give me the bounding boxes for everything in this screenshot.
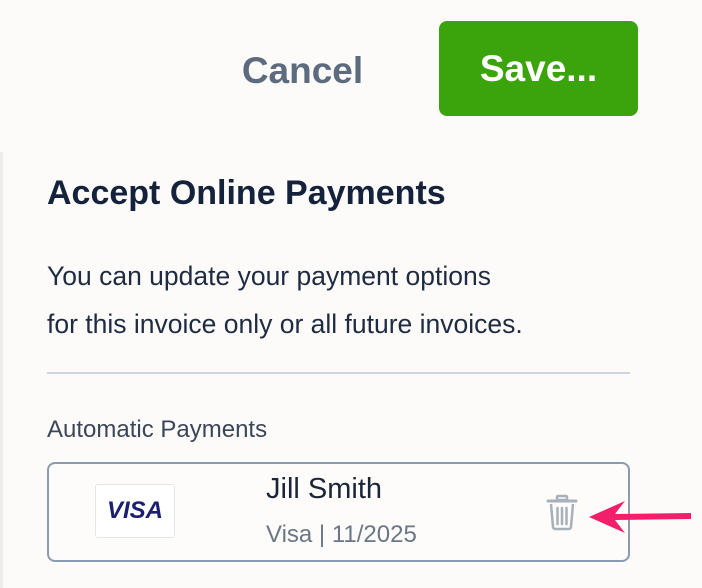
card-details: Visa | 11/2025 bbox=[266, 521, 417, 548]
visa-logo: VISA bbox=[95, 484, 175, 538]
section-divider bbox=[47, 372, 630, 374]
cancel-button[interactable]: Cancel bbox=[220, 40, 385, 102]
top-action-bar: Cancel Save... bbox=[0, 0, 702, 135]
card-holder-name: Jill Smith bbox=[266, 473, 383, 505]
description-line-1: You can update your payment options bbox=[47, 261, 491, 291]
arrow-left-icon bbox=[589, 501, 691, 533]
saved-payment-card: VISA Jill Smith Visa | 11/2025 bbox=[47, 462, 630, 562]
panel-edge-divider bbox=[0, 152, 3, 588]
panel-description: You can update your payment options for … bbox=[47, 252, 637, 348]
panel-title: Accept Online Payments bbox=[47, 174, 446, 212]
automatic-payments-label: Automatic Payments bbox=[47, 416, 268, 443]
description-line-2: for this invoice only or all future invo… bbox=[47, 309, 523, 339]
delete-card-button[interactable] bbox=[542, 492, 582, 532]
trash-icon bbox=[546, 494, 578, 531]
save-button[interactable]: Save... bbox=[439, 21, 638, 116]
